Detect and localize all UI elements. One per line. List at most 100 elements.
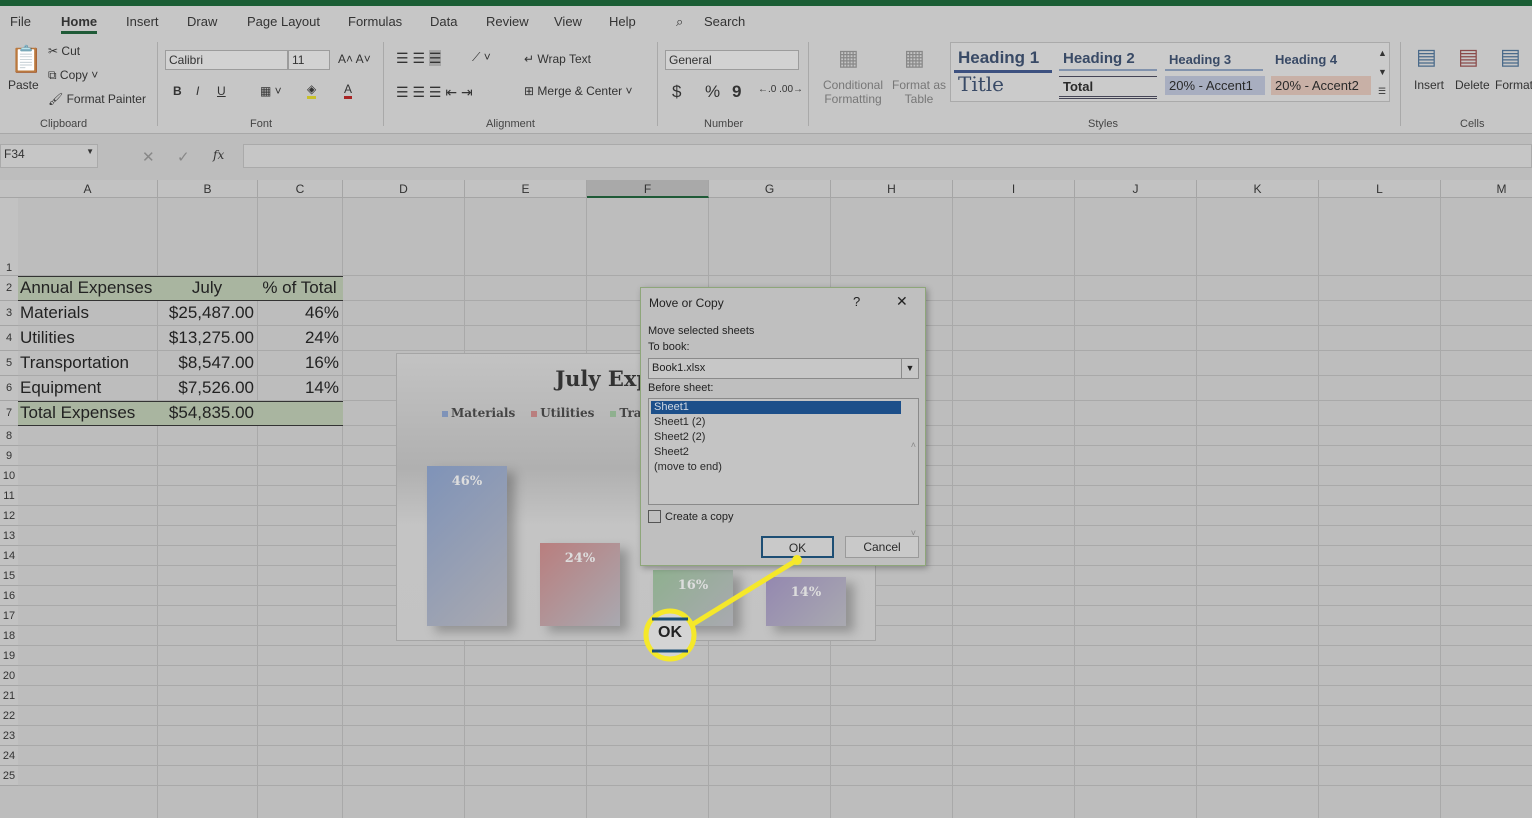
cell[interactable]: $25,487.00 <box>160 301 254 325</box>
column-header-G[interactable]: G <box>709 180 831 198</box>
format-as-table-button[interactable]: Format as Table <box>892 78 946 106</box>
tab-review[interactable]: Review <box>486 14 529 29</box>
align-left-center-right-icons[interactable]: ☰ ☰ ☰ ⇤ ⇥ <box>396 84 473 101</box>
tab-page-layout[interactable]: Page Layout <box>247 14 320 29</box>
percent-button[interactable]: % <box>705 82 720 102</box>
tab-data[interactable]: Data <box>430 14 457 29</box>
name-box[interactable]: F34 ▼ <box>0 144 98 168</box>
insert-button[interactable]: Insert <box>1414 78 1444 92</box>
create-copy-checkbox[interactable] <box>648 510 661 523</box>
before-sheet-list[interactable]: Sheet1 Sheet1 (2) Sheet2 (2) Sheet2 (move to… <box>648 398 919 538</box>
italic-button[interactable]: I <box>196 84 199 98</box>
sheet-option[interactable]: Sheet2 (2) <box>651 431 901 444</box>
cell[interactable]: Utilities <box>20 326 154 350</box>
row-header-10[interactable]: 10 <box>0 466 18 486</box>
borders-icon[interactable]: ▦ ˅ <box>260 84 282 98</box>
column-header-M[interactable]: M <box>1441 180 1532 198</box>
style-title[interactable]: Title <box>954 70 1008 98</box>
row-header-5[interactable]: 5 <box>0 351 18 376</box>
currency-button[interactable]: $ <box>672 82 681 102</box>
style-heading-2[interactable]: Heading 2 <box>1059 48 1157 71</box>
format-painter-button[interactable]: 🖌 Format Painter <box>48 92 146 106</box>
underline-button[interactable]: U <box>217 84 226 98</box>
column-header-I[interactable]: I <box>953 180 1075 198</box>
chevron-down-icon[interactable]: ▼ <box>901 359 918 378</box>
font-name-select[interactable]: Calibri <box>165 50 288 70</box>
column-header-B[interactable]: B <box>158 180 258 198</box>
decimal-icons[interactable]: ←.0 .00→ <box>758 84 803 95</box>
tab-help[interactable]: Help <box>609 14 636 29</box>
font-color-icon[interactable]: A <box>344 82 353 99</box>
row-header-14[interactable]: 14 <box>0 546 18 566</box>
column-header-J[interactable]: J <box>1075 180 1197 198</box>
row-header-6[interactable]: 6 <box>0 376 18 401</box>
cell[interactable]: $7,526.00 <box>160 376 254 400</box>
create-copy-label[interactable]: Create a copy <box>665 511 733 523</box>
row-header-22[interactable]: 22 <box>0 706 18 726</box>
sheet-option[interactable]: (move to end) <box>651 461 901 474</box>
search-icon[interactable]: ⌕ <box>676 14 683 30</box>
cancel-button[interactable]: Cancel <box>845 536 919 558</box>
row-header-8[interactable]: 8 <box>0 426 18 446</box>
cell[interactable]: 14% <box>260 376 339 400</box>
column-header-L[interactable]: L <box>1319 180 1441 198</box>
bar-transportation[interactable]: 16% <box>653 570 733 626</box>
sheet-option[interactable]: Sheet2 <box>651 446 901 459</box>
style-total[interactable]: Total <box>1059 76 1157 99</box>
format-button[interactable]: Format <box>1495 78 1532 92</box>
cell[interactable]: $13,275.00 <box>160 326 254 350</box>
merge-center-button[interactable]: ⊞ Merge & Center ˅ <box>524 84 632 98</box>
column-header-K[interactable]: K <box>1197 180 1319 198</box>
bold-button[interactable]: B <box>173 84 182 98</box>
cell[interactable]: Equipment <box>20 376 154 400</box>
cell[interactable]: $54,835.00 <box>160 401 254 425</box>
tab-insert[interactable]: Insert <box>126 14 159 29</box>
row-header-2[interactable]: 2 <box>0 276 18 301</box>
ok-button[interactable]: OK <box>761 536 834 558</box>
style-heading-4[interactable]: Heading 4 <box>1271 50 1369 69</box>
sheet-option[interactable]: Sheet1 <box>651 401 901 414</box>
column-header-A[interactable]: A <box>18 180 158 198</box>
paste-button[interactable]: Paste <box>8 78 39 92</box>
style-accent2[interactable]: 20% - Accent2 <box>1271 76 1371 95</box>
row-header-21[interactable]: 21 <box>0 686 18 706</box>
tab-home[interactable]: Home <box>61 14 98 34</box>
orientation-icon[interactable]: ⟋ ˅ <box>472 50 491 65</box>
cell[interactable]: Materials <box>20 301 154 325</box>
cell[interactable]: 24% <box>260 326 339 350</box>
select-all[interactable] <box>0 180 18 198</box>
row-header-17[interactable]: 17 <box>0 606 18 626</box>
tab-formulas[interactable]: Formulas <box>348 14 402 29</box>
enter-icon[interactable]: ✓ <box>177 148 190 166</box>
row-header-15[interactable]: 15 <box>0 566 18 586</box>
tab-view[interactable]: View <box>554 14 582 29</box>
row-header-9[interactable]: 9 <box>0 446 18 466</box>
cell[interactable]: 46% <box>260 301 339 325</box>
column-header-H[interactable]: H <box>831 180 953 198</box>
row-header-11[interactable]: 11 <box>0 486 18 506</box>
style-heading-3[interactable]: Heading 3 <box>1165 50 1263 71</box>
bar-equipment[interactable]: 14% <box>766 577 846 626</box>
font-size-select[interactable]: 11 <box>288 50 330 70</box>
copy-button[interactable]: ⧉ Copy ˅ <box>48 68 98 83</box>
row-header-23[interactable]: 23 <box>0 726 18 746</box>
comma-button[interactable]: 9 <box>732 82 741 102</box>
help-button[interactable]: ? <box>853 294 860 309</box>
cell[interactable]: Transportation <box>20 351 154 375</box>
cell[interactable]: July <box>160 276 254 300</box>
cell[interactable]: $8,547.00 <box>160 351 254 375</box>
cancel-icon[interactable]: ✕ <box>142 148 155 166</box>
column-header-C[interactable]: C <box>258 180 343 198</box>
wrap-text-button[interactable]: ↵ Wrap Text <box>524 52 591 66</box>
row-header-12[interactable]: 12 <box>0 506 18 526</box>
cell[interactable]: % of Total <box>260 276 339 300</box>
delete-button[interactable]: Delete <box>1455 78 1490 92</box>
font-grow-decrease-icons[interactable]: A˄ A˅ <box>338 52 371 66</box>
bar-materials[interactable]: 46% <box>427 466 507 626</box>
sheet-option[interactable]: Sheet1 (2) <box>651 416 901 429</box>
column-header-D[interactable]: D <box>343 180 465 198</box>
gallery-scroll-buttons[interactable]: ▲ ▼ ☰ <box>1378 44 1387 101</box>
bar-utilities[interactable]: 24% <box>540 542 620 626</box>
conditional-formatting-button[interactable]: Conditional Formatting <box>820 78 886 106</box>
row-header-18[interactable]: 18 <box>0 626 18 646</box>
